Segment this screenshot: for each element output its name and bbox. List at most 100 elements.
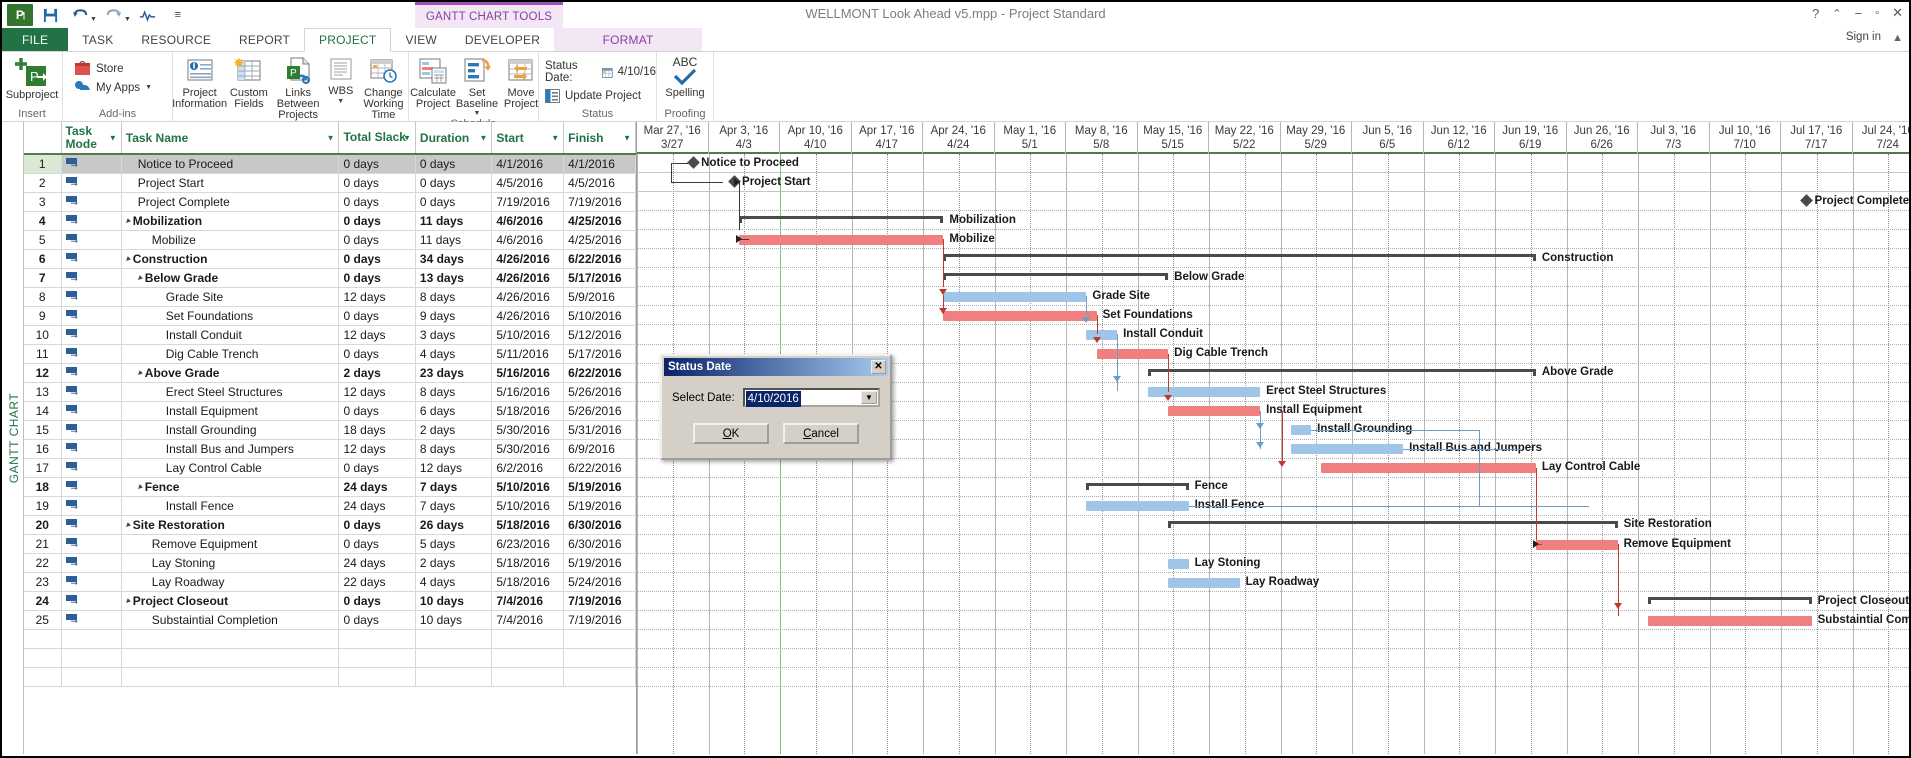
row-id-cell[interactable]: 8 — [24, 287, 62, 307]
task-name-cell[interactable]: Install Equipment — [121, 401, 340, 421]
gantt-task-bar[interactable] — [1290, 425, 1312, 436]
duration-cell[interactable]: 4 days — [415, 344, 493, 364]
table-row[interactable]: 16 ➞ Install Bus and Jumpers 12 days 8 days 5… — [24, 439, 636, 459]
start-date-cell[interactable]: 6/2/2016 — [491, 458, 565, 478]
collapse-triangle-icon[interactable]: ▾ — [135, 482, 144, 491]
row-id-cell[interactable]: 20 — [24, 515, 62, 535]
task-name-cell[interactable]: Install Bus and Jumpers — [121, 439, 340, 459]
gantt-task-bar[interactable] — [943, 291, 1087, 302]
tab-view[interactable]: VIEW — [391, 28, 450, 51]
finish-date-cell[interactable]: 5/24/2016 — [563, 572, 636, 592]
table-row[interactable]: 23 ➞ Lay Roadway 22 days 4 days 5/18/2016 5/24… — [24, 572, 636, 592]
col-filter-task-name-icon[interactable]: ▼ — [327, 133, 335, 142]
task-name-cell[interactable]: ▾Above Grade — [121, 363, 340, 383]
start-date-cell[interactable]: 7/4/2016 — [491, 591, 565, 611]
ribbon-display-options-icon[interactable]: ⌃ — [1832, 7, 1841, 20]
task-mode-cell[interactable]: ➞ — [61, 458, 122, 478]
table-row[interactable]: 24 ➞ ▾Project Closeout 0 days 10 days 7/4/201… — [24, 591, 636, 611]
total-slack-cell[interactable]: 12 days — [338, 325, 416, 345]
table-row[interactable]: 9 ➞ Set Foundations 0 days 9 days 4/26/2016 5/… — [24, 306, 636, 326]
total-slack-cell[interactable]: 0 days — [338, 192, 416, 212]
task-name-cell[interactable]: Remove Equipment — [121, 534, 340, 554]
links-between-projects-button[interactable]: P Links Between Projects — [274, 55, 323, 122]
table-row[interactable]: 8 ➞ Grade Site 12 days 8 days 4/26/2016 5/9/20… — [24, 287, 636, 307]
total-slack-cell[interactable]: 12 days — [338, 382, 416, 402]
collapse-triangle-icon[interactable]: ▾ — [135, 273, 144, 282]
task-name-cell[interactable]: ▾Mobilization — [121, 211, 340, 231]
change-working-time-button[interactable]: Change Working Time — [359, 55, 408, 122]
empty-cell[interactable] — [338, 648, 416, 668]
col-header-total-slack[interactable]: Total Slack ▼ — [338, 122, 416, 155]
start-date-cell[interactable]: 5/10/2016 — [491, 477, 565, 497]
total-slack-cell[interactable]: 0 days — [338, 230, 416, 250]
empty-cell[interactable] — [338, 629, 416, 649]
ok-button[interactable]: OK — [693, 423, 769, 444]
subproject-button[interactable]: P Subproject — [2, 55, 62, 102]
task-name-cell[interactable]: ▾Below Grade — [121, 268, 340, 288]
task-mode-cell[interactable]: ➞ — [61, 249, 122, 269]
tab-project[interactable]: PROJECT — [304, 28, 392, 52]
col-header-finish[interactable]: Finish ▼ — [563, 122, 636, 155]
sync-icon[interactable] — [135, 4, 161, 26]
empty-cell[interactable] — [121, 667, 340, 687]
start-date-cell[interactable]: 6/23/2016 — [491, 534, 565, 554]
finish-date-cell[interactable]: 4/1/2016 — [563, 154, 636, 174]
start-date-cell[interactable]: 5/30/2016 — [491, 439, 565, 459]
collapse-triangle-icon[interactable]: ▾ — [123, 216, 132, 225]
task-table-pane[interactable]: Task Mode ▼ Task Name ▼ Total Slack ▼ Du… — [24, 122, 637, 754]
task-mode-cell[interactable]: ➞ — [61, 553, 122, 573]
finish-date-cell[interactable]: 4/5/2016 — [563, 173, 636, 193]
task-mode-cell[interactable]: ➞ — [61, 591, 122, 611]
empty-cell[interactable] — [415, 629, 493, 649]
total-slack-cell[interactable]: 24 days — [338, 477, 416, 497]
tab-task[interactable]: TASK — [68, 28, 127, 51]
task-name-cell[interactable]: Project Complete — [121, 192, 340, 212]
col-filter-total-slack-icon[interactable]: ▼ — [403, 131, 411, 144]
duration-cell[interactable]: 6 days — [415, 401, 493, 421]
row-id-cell[interactable]: 15 — [24, 420, 62, 440]
table-row[interactable]: 19 ➞ Install Fence 24 days 7 days 5/10/2016 5/… — [24, 496, 636, 516]
collapse-triangle-icon[interactable]: ▾ — [123, 596, 132, 605]
gantt-task-bar[interactable] — [1168, 577, 1240, 588]
table-row[interactable]: 12 ➞ ▾Above Grade 2 days 23 days 5/16/2016 6/2… — [24, 363, 636, 383]
select-date-dropdown-icon[interactable]: ▼ — [861, 391, 877, 404]
row-id-cell[interactable]: 9 — [24, 306, 62, 326]
my-apps-dropdown-icon[interactable]: ▼ — [145, 84, 152, 91]
duration-cell[interactable]: 8 days — [415, 382, 493, 402]
duration-cell[interactable]: 7 days — [415, 477, 493, 497]
duration-cell[interactable]: 0 days — [415, 154, 493, 174]
total-slack-cell[interactable]: 12 days — [338, 287, 416, 307]
gantt-task-bar[interactable] — [1086, 329, 1118, 340]
finish-date-cell[interactable]: 4/25/2016 — [563, 211, 636, 231]
task-mode-cell[interactable]: ➞ — [61, 192, 122, 212]
table-row[interactable]: 15 ➞ Install Grounding 18 days 2 days 5/30/20… — [24, 420, 636, 440]
task-mode-cell[interactable]: ➞ — [61, 496, 122, 516]
task-name-cell[interactable]: ▾Site Restoration — [121, 515, 340, 535]
row-id-cell[interactable]: 12 — [24, 363, 62, 383]
row-id-cell[interactable]: 21 — [24, 534, 62, 554]
total-slack-cell[interactable]: 0 days — [338, 344, 416, 364]
start-date-cell[interactable]: 4/26/2016 — [491, 249, 565, 269]
spelling-button[interactable]: ABC Spelling — [660, 55, 709, 100]
task-mode-cell[interactable]: ➞ — [61, 306, 122, 326]
finish-date-cell[interactable]: 4/25/2016 — [563, 230, 636, 250]
redo-dropdown-icon[interactable]: ▼ — [124, 16, 131, 28]
task-mode-cell[interactable]: ➞ — [61, 287, 122, 307]
empty-cell[interactable] — [24, 667, 62, 687]
finish-date-cell[interactable]: 5/19/2016 — [563, 553, 636, 573]
row-id-cell[interactable]: 22 — [24, 553, 62, 573]
col-filter-start-icon[interactable]: ▼ — [551, 133, 559, 142]
task-name-cell[interactable]: Install Grounding — [121, 420, 340, 440]
start-date-cell[interactable]: 4/26/2016 — [491, 306, 565, 326]
start-date-cell[interactable]: 7/4/2016 — [491, 610, 565, 630]
duration-cell[interactable]: 34 days — [415, 249, 493, 269]
total-slack-cell[interactable]: 0 days — [338, 458, 416, 478]
task-mode-cell[interactable]: ➞ — [61, 610, 122, 630]
set-baseline-button[interactable]: Set Baseline ▼ — [455, 55, 499, 118]
select-date-value[interactable]: 4/10/2016 — [745, 391, 801, 407]
dialog-close-icon[interactable]: ✕ — [871, 360, 886, 374]
duration-cell[interactable]: 0 days — [415, 192, 493, 212]
duration-cell[interactable]: 23 days — [415, 363, 493, 383]
calculate-project-button[interactable]: Calculate Project — [410, 55, 456, 111]
table-row[interactable]: 18 ➞ ▾Fence 24 days 7 days 5/10/2016 5/19/2016 — [24, 477, 636, 497]
